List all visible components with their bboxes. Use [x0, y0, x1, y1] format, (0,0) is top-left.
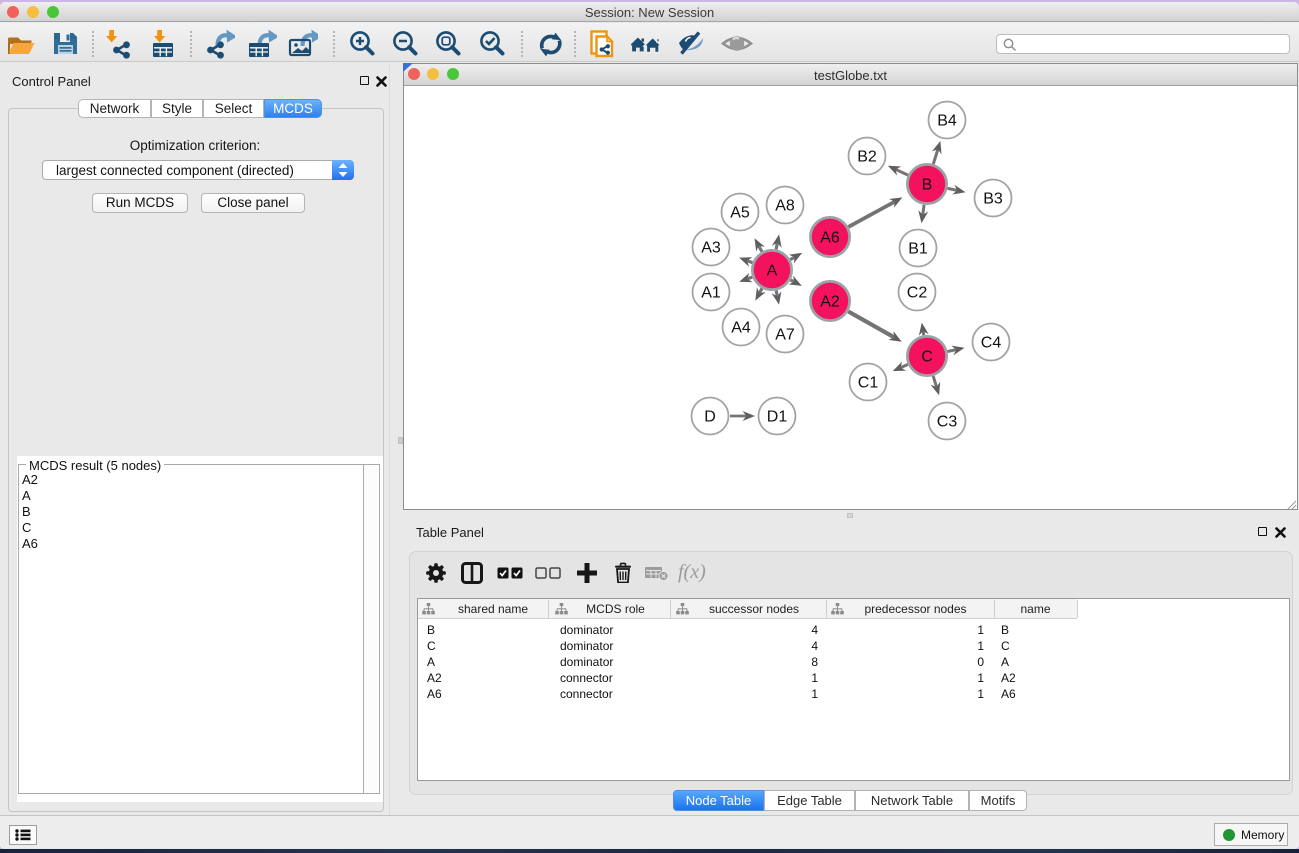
svg-text:A7: A7 [775, 327, 795, 344]
svg-text:D: D [704, 409, 716, 426]
svg-text:A5: A5 [730, 205, 750, 222]
svg-text:A8: A8 [775, 198, 795, 215]
svg-text:C: C [921, 349, 933, 366]
svg-text:A6: A6 [820, 230, 840, 247]
svg-text:A4: A4 [731, 320, 751, 337]
svg-text:C3: C3 [937, 414, 958, 431]
svg-text:C2: C2 [907, 285, 928, 302]
svg-text:A1: A1 [701, 285, 721, 302]
svg-text:B: B [922, 177, 933, 194]
svg-text:B4: B4 [937, 113, 957, 130]
svg-text:C1: C1 [858, 375, 879, 392]
svg-text:B1: B1 [908, 241, 928, 258]
svg-text:A2: A2 [820, 294, 840, 311]
svg-text:A3: A3 [701, 240, 721, 257]
svg-text:A: A [767, 263, 778, 280]
svg-text:B2: B2 [857, 149, 877, 166]
svg-text:C4: C4 [981, 335, 1002, 352]
svg-text:B3: B3 [983, 191, 1003, 208]
svg-text:D1: D1 [767, 409, 788, 426]
